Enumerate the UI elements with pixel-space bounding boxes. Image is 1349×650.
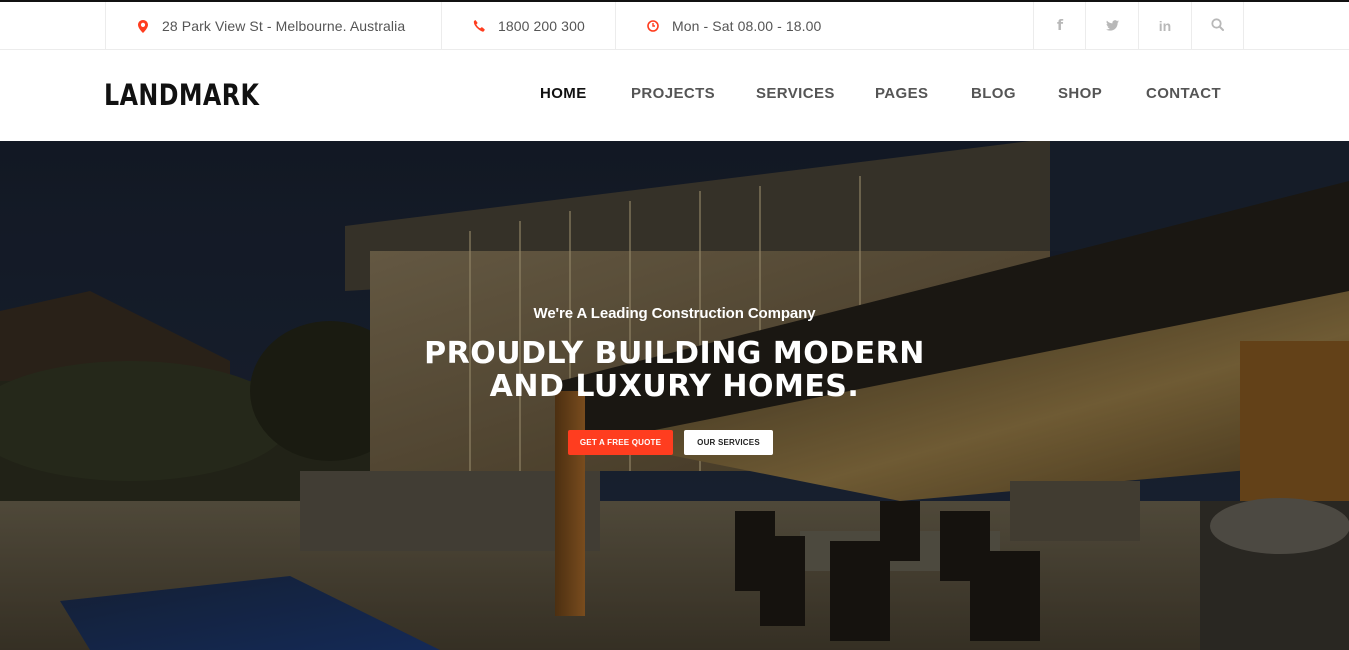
nav-pages[interactable]: PAGES [875, 85, 928, 102]
twitter-icon [1105, 18, 1119, 34]
hero-title-line-2: AND LUXURY HOMES. [489, 369, 860, 404]
clock-icon [646, 19, 660, 33]
linkedin-icon: in [1158, 18, 1172, 34]
nav-home[interactable]: HOME [540, 85, 587, 102]
hours-info: Mon - Sat 08.00 - 18.00 [615, 2, 845, 50]
phone-info: 1800 200 300 [441, 2, 616, 50]
hero-title-line-1: PROUDLY BUILDING MODERN [424, 336, 925, 371]
search-icon [1211, 18, 1224, 34]
linkedin-link[interactable]: in [1138, 2, 1191, 50]
twitter-link[interactable] [1085, 2, 1138, 50]
address-text: 28 Park View St - Melbourne. Australia [162, 18, 406, 34]
our-services-button[interactable]: OUR SERVICES [684, 430, 773, 455]
nav-shop[interactable]: SHOP [1058, 85, 1102, 102]
hours-text: Mon - Sat 08.00 - 18.00 [672, 18, 822, 34]
nav-services[interactable]: SERVICES [756, 85, 835, 102]
main-header: LANDMARK HOME PROJECTS SERVICES PAGES BL… [0, 50, 1349, 141]
site-logo[interactable]: LANDMARK [104, 78, 259, 112]
phone-text[interactable]: 1800 200 300 [498, 18, 585, 34]
top-info-bar: 28 Park View St - Melbourne. Australia 1… [0, 0, 1349, 50]
hero-subtitle: We're A Leading Construction Company [533, 305, 816, 322]
hero-title: PROUDLY BUILDING MODERN AND LUXURY HOMES… [0, 337, 1349, 403]
map-marker-icon [136, 19, 150, 33]
nav-projects[interactable]: PROJECTS [631, 85, 715, 102]
facebook-link[interactable]: f [1033, 2, 1086, 50]
nav-contact[interactable]: CONTACT [1146, 85, 1221, 102]
nav-blog[interactable]: BLOG [971, 85, 1016, 102]
facebook-icon: f [1056, 18, 1064, 34]
address-info: 28 Park View St - Melbourne. Australia [105, 2, 442, 50]
phone-icon [472, 19, 486, 33]
hero-slider: We're A Leading Construction Company PRO… [0, 141, 1349, 650]
get-free-quote-button[interactable]: GET A FREE QUOTE [568, 430, 673, 455]
search-button[interactable] [1191, 2, 1244, 50]
